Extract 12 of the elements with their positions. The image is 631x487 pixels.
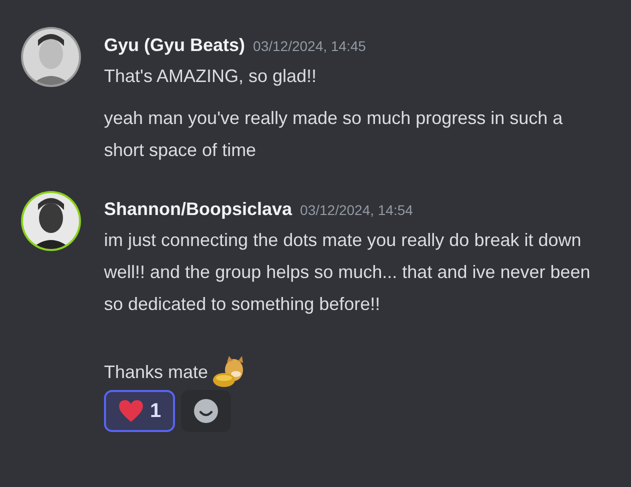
add-reaction-button[interactable] [181,390,232,432]
author-name[interactable]: Gyu (Gyu Beats) [104,32,246,58]
reaction-button[interactable]: 1 [104,390,176,432]
message-text: yeah man you've really made so much progress in such a short space of time [104,108,563,160]
message-text: im just connecting the dots mate you really do break it down well!! and the group helps so much... that and ive never been so dedicated to something before!! [104,230,590,314]
smiley-icon [193,398,220,424]
message-text: Thanks mate [104,362,208,382]
author-name[interactable]: Shannon/Boopsiclava [104,196,292,222]
timestamp: 03/12/2024, 14:54 [300,201,413,220]
heart-icon [118,399,144,423]
message-text: That's AMAZING, so glad!! [104,66,317,86]
timestamp: 03/12/2024, 14:45 [253,37,366,56]
